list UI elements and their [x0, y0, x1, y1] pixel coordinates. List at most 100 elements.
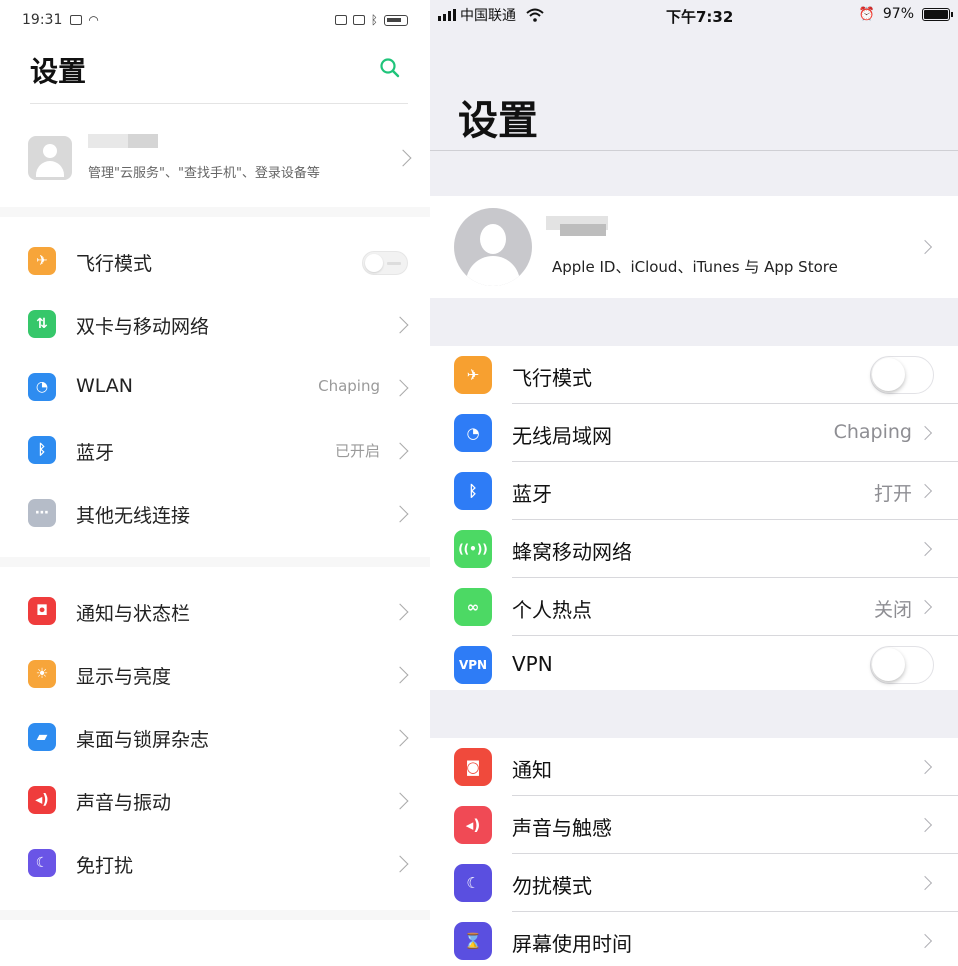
chevron-right-icon — [391, 603, 409, 621]
status-bar: 19:31 ◠ ᛒ — [0, 0, 430, 40]
chevron-right-icon — [917, 483, 933, 499]
moon-icon: ☾ — [28, 849, 56, 877]
status-time: 19:31 — [22, 12, 63, 28]
row-label: VPN — [512, 652, 553, 676]
row-label: 显示与亮度 — [76, 666, 172, 688]
chevron-right-icon — [391, 792, 409, 810]
settings-row-hotspot[interactable]: ∞ 个人热点 关闭 — [430, 578, 958, 636]
settings-row-sim[interactable]: ⇅ 双卡与移动网络 — [0, 293, 430, 356]
row-label: WLAN — [76, 375, 134, 397]
row-label: 无线局域网 — [512, 424, 612, 448]
settings-row-cellular[interactable]: ((•)) 蜂窝移动网络 — [430, 520, 958, 578]
account-row[interactable]: 管理"云服务"、"查找手机"、登录设备等 — [28, 130, 413, 190]
carrier-name: 中国联通 — [460, 8, 516, 24]
title-divider — [430, 150, 958, 151]
wifi-icon: ◠ — [88, 13, 99, 27]
row-label: 蜂窝移动网络 — [512, 540, 632, 564]
status-bar: 中国联通 下午7:32 ⏰ 97% — [430, 0, 958, 30]
row-label: 其他无线连接 — [76, 505, 191, 527]
battery-icon — [384, 14, 408, 26]
chevron-right-icon — [391, 505, 409, 523]
row-label: 飞行模式 — [512, 366, 592, 390]
toggle-switch[interactable] — [362, 251, 408, 275]
notification-icon: ◙ — [454, 748, 492, 786]
chevron-right-icon — [391, 316, 409, 334]
nfc-icon — [334, 15, 347, 25]
signal-icon — [438, 9, 456, 21]
chevron-right-icon — [391, 729, 409, 747]
chevron-right-icon — [391, 379, 409, 397]
notification-icon — [70, 15, 83, 25]
search-icon[interactable] — [378, 56, 402, 80]
chevron-right-icon — [917, 239, 933, 255]
settings-row-moon[interactable]: ☾ 免打扰 — [0, 832, 430, 895]
page-title: 设置 — [30, 55, 87, 88]
settings-row-bluetooth[interactable]: ᛒ 蓝牙 已开启 — [0, 419, 430, 482]
row-value: 已开启 — [334, 442, 380, 460]
chevron-right-icon — [391, 855, 409, 873]
wifi-icon: ◔ — [28, 373, 56, 401]
more-connections-icon: ⋯ — [28, 499, 56, 527]
hotspot-icon: ∞ — [454, 588, 492, 626]
vpn-icon: VPN — [454, 646, 492, 684]
row-label: 屏幕使用时间 — [512, 932, 632, 956]
toggle-switch[interactable] — [870, 646, 934, 684]
airplane-icon: ✈ — [454, 356, 492, 394]
settings-row-wifi[interactable]: ◔ WLAN Chaping — [0, 356, 430, 419]
settings-row-wifi[interactable]: ◔ 无线局域网 Chaping — [430, 404, 958, 462]
chevron-right-icon — [917, 541, 933, 557]
settings-row-airplane[interactable]: ✈ 飞行模式 — [430, 346, 958, 404]
settings-row-bluetooth[interactable]: ᛒ 蓝牙 打开 — [430, 462, 958, 520]
battery-percent: 97% — [882, 6, 914, 22]
settings-row-notification[interactable]: ◙ 通知 — [430, 738, 958, 796]
title-divider — [30, 103, 408, 104]
vibrate-icon — [352, 15, 365, 25]
settings-row-moon[interactable]: ☾ 勿扰模式 — [430, 854, 958, 912]
chevron-right-icon — [394, 149, 412, 167]
avatar — [454, 208, 532, 286]
chevron-right-icon — [917, 759, 933, 775]
row-value: 打开 — [873, 483, 912, 505]
page-title: 设置 — [458, 98, 538, 144]
connectivity-group: ✈ 飞行模式 ◔ 无线局域网 Chaping ᛒ 蓝牙 打开 ((•)) 蜂窝移动网络 ∞ 个人热点 关… — [430, 346, 958, 690]
row-label: 蓝牙 — [512, 482, 552, 506]
row-label: 蓝牙 — [76, 442, 115, 464]
row-label: 声音与触感 — [512, 816, 612, 840]
row-value: Chaping — [833, 421, 912, 443]
settings-row-airplane[interactable]: ✈ 飞行模式 — [0, 230, 430, 293]
settings-row-hourglass[interactable]: ⌛ 屏幕使用时间 — [430, 912, 958, 966]
row-label: 桌面与锁屏杂志 — [76, 729, 210, 751]
notification-icon: ◘ — [28, 597, 56, 625]
settings-row-wallpaper[interactable]: ▰ 桌面与锁屏杂志 — [0, 706, 430, 769]
chevron-right-icon — [391, 442, 409, 460]
settings-row-more-connections[interactable]: ⋯ 其他无线连接 — [0, 482, 430, 545]
blurred-username-detail — [560, 224, 606, 236]
settings-row-sound[interactable]: ◂) 声音与振动 — [0, 769, 430, 832]
toggle-switch[interactable] — [870, 356, 934, 394]
settings-row-notification[interactable]: ◘ 通知与状态栏 — [0, 580, 430, 643]
sim-icon: ⇅ — [28, 310, 56, 338]
chevron-right-icon — [917, 425, 933, 441]
row-value: Chaping — [318, 377, 380, 395]
row-label: 通知与状态栏 — [76, 603, 191, 625]
row-label: 双卡与移动网络 — [76, 316, 210, 338]
settings-row-sound[interactable]: ◂) 声音与触感 — [430, 796, 958, 854]
account-subtitle: 管理"云服务"、"查找手机"、登录设备等 — [88, 166, 320, 181]
airplane-icon: ✈ — [28, 247, 56, 275]
alarm-icon: ⏰ — [858, 6, 875, 22]
row-label: 勿扰模式 — [512, 874, 592, 898]
row-value: 关闭 — [873, 599, 912, 621]
bluetooth-icon: ᛒ — [454, 472, 492, 510]
row-label: 声音与振动 — [76, 792, 172, 814]
brightness-icon: ☀ — [28, 660, 56, 688]
bluetooth-icon: ᛒ — [28, 436, 56, 464]
settings-row-vpn[interactable]: VPN VPN — [430, 636, 958, 694]
blurred-username-detail — [128, 134, 158, 148]
settings-row-brightness[interactable]: ☀ 显示与亮度 — [0, 643, 430, 706]
apple-id-row[interactable]: Apple ID、iCloud、iTunes 与 App Store — [430, 196, 958, 298]
bluetooth-status-icon: ᛒ — [370, 13, 378, 27]
chevron-right-icon — [917, 817, 933, 833]
hourglass-icon: ⌛ — [454, 922, 492, 960]
apple-id-subtitle: Apple ID、iCloud、iTunes 与 App Store — [552, 258, 838, 276]
row-label: 个人热点 — [512, 598, 592, 622]
